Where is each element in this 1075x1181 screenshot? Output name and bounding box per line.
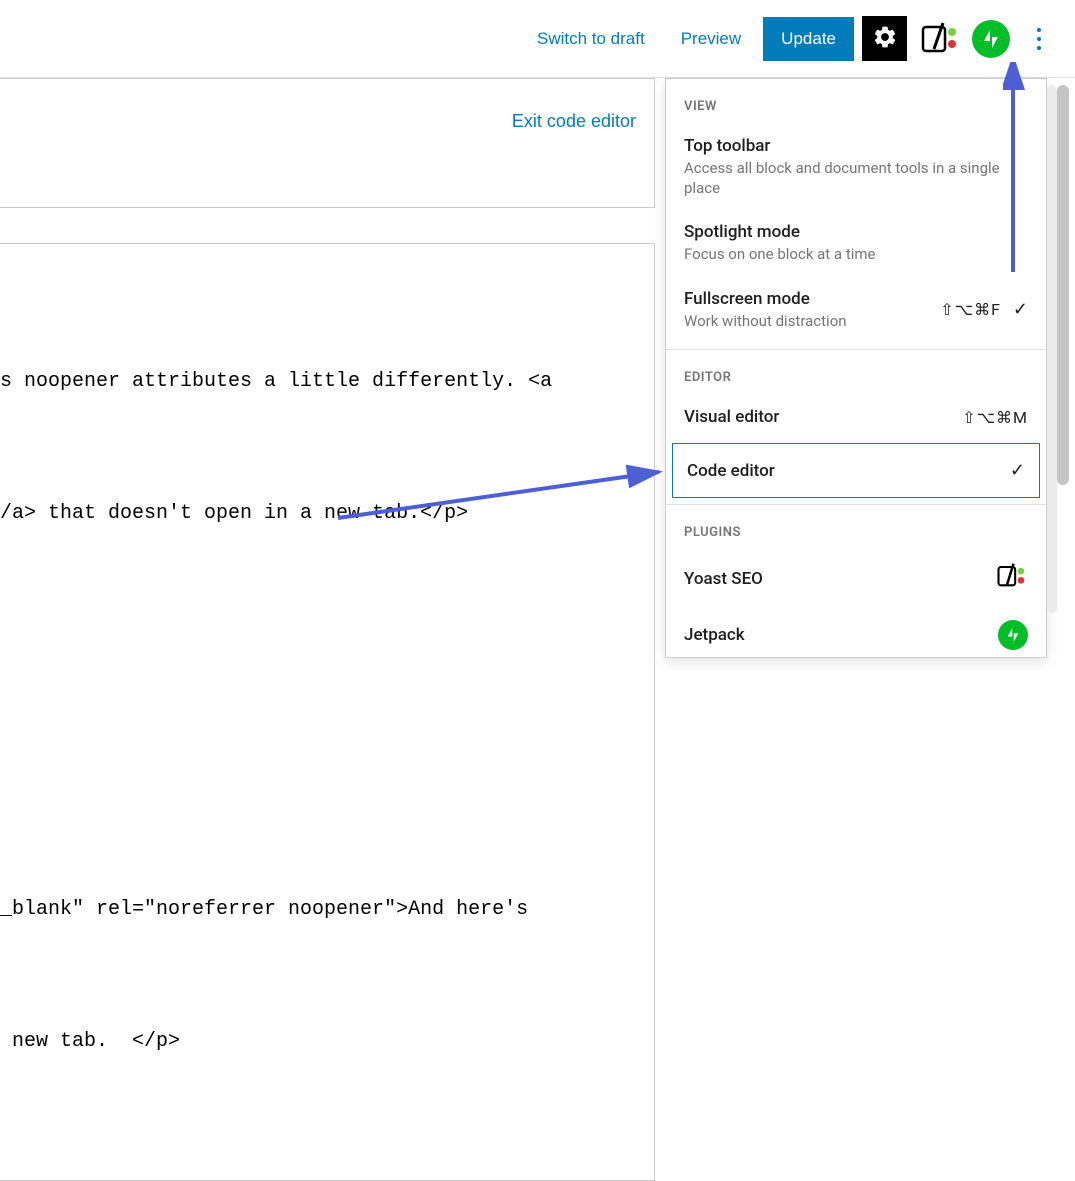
jetpack-icon	[998, 620, 1028, 650]
code-line: /a> that doesn't open in a new tab.</p>	[0, 492, 654, 536]
yoast-button[interactable]	[915, 16, 960, 61]
check-icon: ✓	[1010, 460, 1025, 481]
fullscreen-mode-menu-item[interactable]: Fullscreen mode Work without distraction…	[666, 277, 1046, 344]
yoast-icon	[994, 562, 1028, 596]
jetpack-button[interactable]	[968, 16, 1013, 61]
spotlight-mode-menu-item[interactable]: Spotlight mode Focus on one block at a t…	[666, 210, 1046, 277]
panel-scrollbar[interactable]	[1047, 85, 1057, 613]
more-icon	[1037, 28, 1041, 32]
code-line: new tab. </p>	[0, 1020, 654, 1064]
code-editor-menu-item[interactable]: Code editor ✓	[672, 443, 1040, 498]
yoast-seo-menu-item[interactable]: Yoast SEO	[666, 550, 1046, 608]
visual-editor-menu-item[interactable]: Visual editor ⇧⌥⌘M	[666, 395, 1046, 439]
shortcut-text: ⇧⌥⌘M	[962, 408, 1028, 427]
more-options-dropdown: VIEW Top toolbar Access all block and do…	[665, 78, 1047, 658]
jetpack-menu-item[interactable]: Jetpack	[666, 608, 1046, 658]
code-editor-textarea[interactable]: s noopener attributes a little different…	[0, 243, 655, 1181]
preview-button[interactable]: Preview	[667, 21, 755, 57]
editor-content-area: Exit code editor s noopener attributes a…	[0, 78, 655, 658]
plugins-section-label: PLUGINS	[666, 505, 1046, 550]
gear-icon	[872, 24, 898, 54]
view-section-label: VIEW	[666, 79, 1046, 124]
page-scrollbar[interactable]	[1057, 85, 1069, 485]
check-icon: ✓	[1013, 299, 1028, 320]
jetpack-icon	[972, 20, 1010, 58]
top-toolbar-menu-item[interactable]: Top toolbar Access all block and documen…	[666, 124, 1046, 210]
code-line: s noopener attributes a little different…	[0, 360, 654, 404]
more-options-button[interactable]	[1021, 16, 1057, 61]
exit-code-editor-button[interactable]: Exit code editor	[512, 111, 636, 132]
editor-section-label: EDITOR	[666, 350, 1046, 395]
yoast-icon	[918, 19, 958, 59]
title-editor-box[interactable]: Exit code editor	[0, 78, 655, 208]
shortcut-text: ⇧⌥⌘F	[940, 300, 1001, 319]
editor-top-toolbar: Switch to draft Preview Update	[0, 0, 1075, 78]
update-button[interactable]: Update	[763, 17, 854, 61]
code-line: _blank" rel="noreferrer noopener">And he…	[0, 888, 654, 932]
switch-to-draft-button[interactable]: Switch to draft	[523, 21, 659, 57]
settings-button[interactable]	[862, 16, 907, 61]
